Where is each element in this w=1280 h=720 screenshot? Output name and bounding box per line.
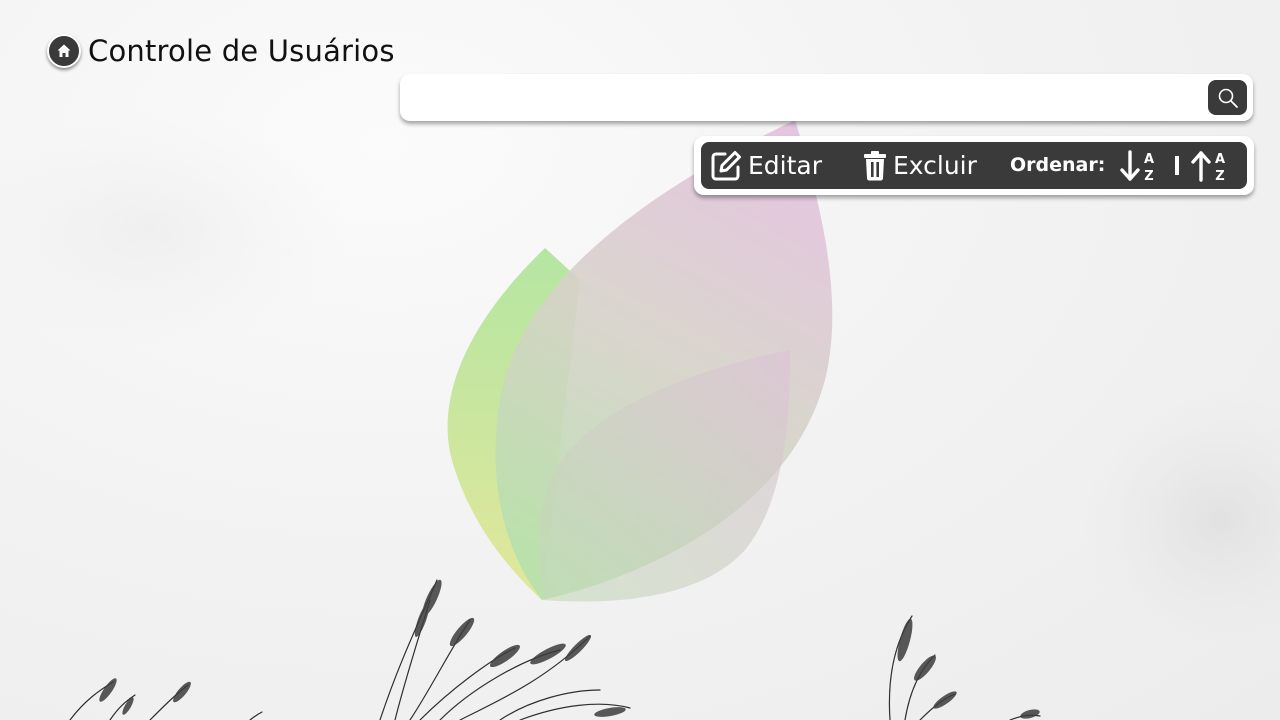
cloud-shape xyxy=(0,110,350,350)
delete-label: Excluir xyxy=(893,151,977,180)
home-icon xyxy=(57,44,71,57)
svg-text:Z: Z xyxy=(1144,169,1153,183)
app-root: Controle de Usuários Editar Excluir Orde… xyxy=(0,0,1280,720)
sort-up-a-z-icon: A Z xyxy=(1191,150,1225,183)
search-icon xyxy=(1218,88,1238,108)
edit-icon xyxy=(711,150,741,180)
search-input[interactable] xyxy=(412,82,1201,115)
edit-label: Editar xyxy=(748,151,823,180)
sort-asc-button[interactable]: A Z xyxy=(1191,142,1231,189)
sort-desc-button[interactable]: A Z xyxy=(1120,142,1160,189)
svg-text:Z: Z xyxy=(1215,169,1224,183)
svg-text:A: A xyxy=(1215,152,1225,167)
search-button[interactable] xyxy=(1208,80,1247,115)
cloud-shape xyxy=(1080,390,1280,650)
delete-button[interactable]: Excluir xyxy=(863,142,977,189)
home-button[interactable] xyxy=(47,34,81,68)
svg-text:A: A xyxy=(1144,152,1154,167)
action-toolbar: Editar Excluir Ordenar: A Z A Z xyxy=(701,142,1247,189)
sort-down-a-z-icon: A Z xyxy=(1120,149,1154,183)
sort-label: Ordenar: xyxy=(1010,154,1106,176)
trash-icon xyxy=(864,150,886,180)
page-title: Controle de Usuários xyxy=(88,34,395,68)
toolbar-frame: Editar Excluir Ordenar: A Z A Z xyxy=(694,136,1254,195)
search-bar xyxy=(400,74,1253,121)
sort-separator xyxy=(1175,156,1179,175)
edit-button[interactable]: Editar xyxy=(710,142,822,189)
